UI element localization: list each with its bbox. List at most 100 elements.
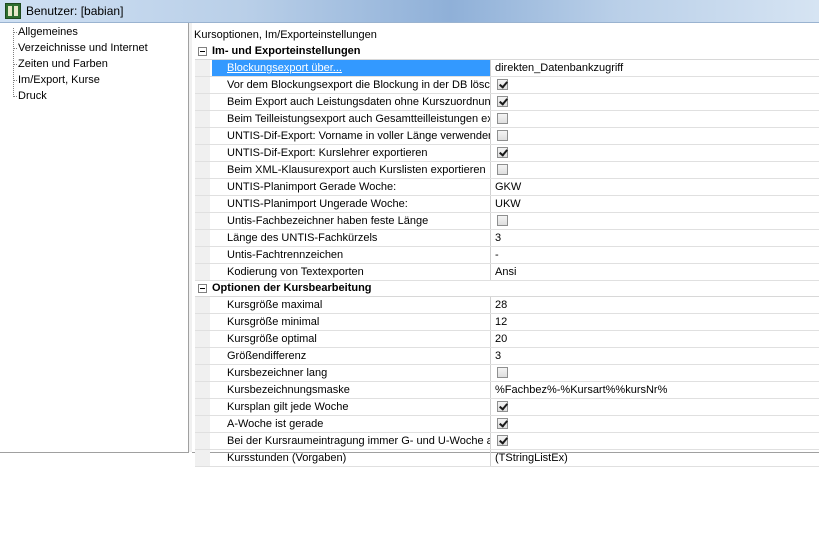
property-name-text: UNTIS-Planimport Ungerade Woche: [227,198,408,210]
property-row[interactable]: Länge des UNTIS-Fachkürzels 3 [195,230,819,247]
property-value[interactable]: 3 [493,348,819,364]
property-name[interactable]: Kursplan gilt jede Woche [212,399,491,415]
property-value[interactable]: 20 [493,331,819,347]
property-name-text: Kursgröße optimal [227,333,317,345]
property-value[interactable]: %Fachbez%-%Kursart%%kursNr% [493,382,819,398]
property-row[interactable]: A-Woche ist gerade [195,416,819,433]
property-row[interactable]: Kursgröße minimal 12 [195,314,819,331]
property-name[interactable]: Kursbezeichnungsmaske [212,382,491,398]
property-name[interactable]: Blockungsexport über... [212,60,491,76]
property-name[interactable]: UNTIS-Dif-Export: Kurslehrer exportieren [212,145,491,161]
property-value-checkbox[interactable] [493,111,819,127]
checkbox-unchecked[interactable] [497,164,508,175]
property-value-checkbox[interactable] [493,94,819,110]
property-row[interactable]: UNTIS-Planimport Gerade Woche: GKW [195,179,819,196]
tree-item-allgemeines[interactable]: Allgemeines [16,25,80,40]
tree-item-zeiten-farben[interactable]: Zeiten und Farben [16,57,110,72]
checkbox-unchecked[interactable] [497,367,508,378]
property-row[interactable]: Beim Teilleistungsexport auch Gesamtteil… [195,111,819,128]
property-value[interactable]: - [493,247,819,263]
checkbox-unchecked[interactable] [497,130,508,141]
property-name[interactable]: Vor dem Blockungsexport die Blockung in … [212,77,491,93]
property-value-checkbox[interactable] [493,128,819,144]
property-value[interactable]: direkten_Datenbankzugriff [493,60,819,76]
tree-item-druck[interactable]: Druck [16,89,49,104]
property-row[interactable]: Bei der Kursraumeintragung immer G- und … [195,433,819,450]
property-value-checkbox[interactable] [493,213,819,229]
property-value[interactable]: 3 [493,230,819,246]
property-row[interactable]: Beim XML-Klausurexport auch Kurslisten e… [195,162,819,179]
collapse-icon[interactable] [198,284,207,293]
section-title: Optionen der Kursbearbeitung [212,282,372,294]
property-row[interactable]: Kursgröße maximal 28 [195,297,819,314]
checkbox-unchecked[interactable] [497,113,508,124]
property-value-checkbox[interactable] [493,145,819,161]
property-row[interactable]: UNTIS-Dif-Export: Kurslehrer exportieren [195,145,819,162]
property-name[interactable]: Größendifferenz [212,348,491,364]
property-value[interactable]: Ansi [493,264,819,280]
row-gutter [195,77,210,93]
property-value-checkbox[interactable] [493,433,819,449]
collapse-icon[interactable] [198,47,207,56]
property-name[interactable]: Beim XML-Klausurexport auch Kurslisten e… [212,162,491,178]
property-name[interactable]: Untis-Fachtrennzeichen [212,247,491,263]
checkbox-unchecked[interactable] [497,215,508,226]
section-header[interactable]: Im- und Exporteinstellungen [195,44,819,60]
property-name[interactable]: Kursgröße maximal [212,297,491,313]
property-name[interactable]: Bei der Kursraumeintragung immer G- und … [212,433,491,449]
window-titlebar[interactable]: Benutzer: [babian] [0,0,819,23]
property-value[interactable]: 28 [493,297,819,313]
property-name[interactable]: Kursgröße minimal [212,314,491,330]
section-header[interactable]: Optionen der Kursbearbeitung [195,281,819,297]
property-name[interactable]: UNTIS-Planimport Gerade Woche: [212,179,491,195]
row-gutter [195,365,210,381]
property-value[interactable]: UKW [493,196,819,212]
tree-item-im-export-kurse[interactable]: Im/Export, Kurse [16,73,102,88]
property-name[interactable]: Beim Export auch Leistungsdaten ohne Kur… [212,94,491,110]
property-name[interactable]: Beim Teilleistungsexport auch Gesamtteil… [212,111,491,127]
property-row[interactable]: Kursbezeichner lang [195,365,819,382]
property-row[interactable]: UNTIS-Dif-Export: Vorname in voller Läng… [195,128,819,145]
checkbox-checked[interactable] [497,418,508,429]
property-value-checkbox[interactable] [493,399,819,415]
property-value-checkbox[interactable] [493,365,819,381]
checkbox-checked[interactable] [497,96,508,107]
property-value[interactable]: (TStringListEx) [493,450,819,466]
row-gutter [195,60,210,76]
property-name[interactable]: Kursstunden (Vorgaben) [212,450,491,466]
property-row[interactable]: Kursstunden (Vorgaben) (TStringListEx) [195,450,819,467]
property-name[interactable]: A-Woche ist gerade [212,416,491,432]
property-name[interactable]: Länge des UNTIS-Fachkürzels [212,230,491,246]
checkbox-checked[interactable] [497,401,508,412]
property-value[interactable]: GKW [493,179,819,195]
property-row[interactable]: Kodierung von Textexporten Ansi [195,264,819,281]
property-row[interactable]: Kursbezeichnungsmaske %Fachbez%-%Kursart%… [195,382,819,399]
property-row[interactable]: Größendifferenz 3 [195,348,819,365]
property-name[interactable]: Kodierung von Textexporten [212,264,491,280]
tree-item-verzeichnisse[interactable]: Verzeichnisse und Internet [16,41,150,56]
checkbox-checked[interactable] [497,147,508,158]
property-value-checkbox[interactable] [493,77,819,93]
property-row[interactable]: Beim Export auch Leistungsdaten ohne Kur… [195,94,819,111]
property-row[interactable]: Kursgröße optimal 20 [195,331,819,348]
row-gutter [195,416,210,432]
property-value-checkbox[interactable] [493,416,819,432]
property-name-text: Kursbezeichner lang [227,367,328,379]
panel-caption: Kursoptionen, Im/Exporteinstellungen [194,29,377,41]
checkbox-checked[interactable] [497,435,508,446]
property-name[interactable]: UNTIS-Planimport Ungerade Woche: [212,196,491,212]
property-value-checkbox[interactable] [493,162,819,178]
property-row[interactable]: Blockungsexport über... direkten_Datenban… [195,60,819,77]
property-name[interactable]: Kursgröße optimal [212,331,491,347]
property-name[interactable]: Kursbezeichner lang [212,365,491,381]
property-name[interactable]: Untis-Fachbezeichner haben feste Länge [212,213,491,229]
property-value[interactable]: 12 [493,314,819,330]
property-row[interactable]: Vor dem Blockungsexport die Blockung in … [195,77,819,94]
property-row[interactable]: Untis-Fachtrennzeichen - [195,247,819,264]
property-row[interactable]: UNTIS-Planimport Ungerade Woche: UKW [195,196,819,213]
property-name[interactable]: UNTIS-Dif-Export: Vorname in voller Läng… [212,128,491,144]
property-row[interactable]: Untis-Fachbezeichner haben feste Länge [195,213,819,230]
checkbox-checked[interactable] [497,79,508,90]
property-row[interactable]: Kursplan gilt jede Woche [195,399,819,416]
property-name-text: Beim Export auch Leistungsdaten ohne Kur… [227,96,491,108]
